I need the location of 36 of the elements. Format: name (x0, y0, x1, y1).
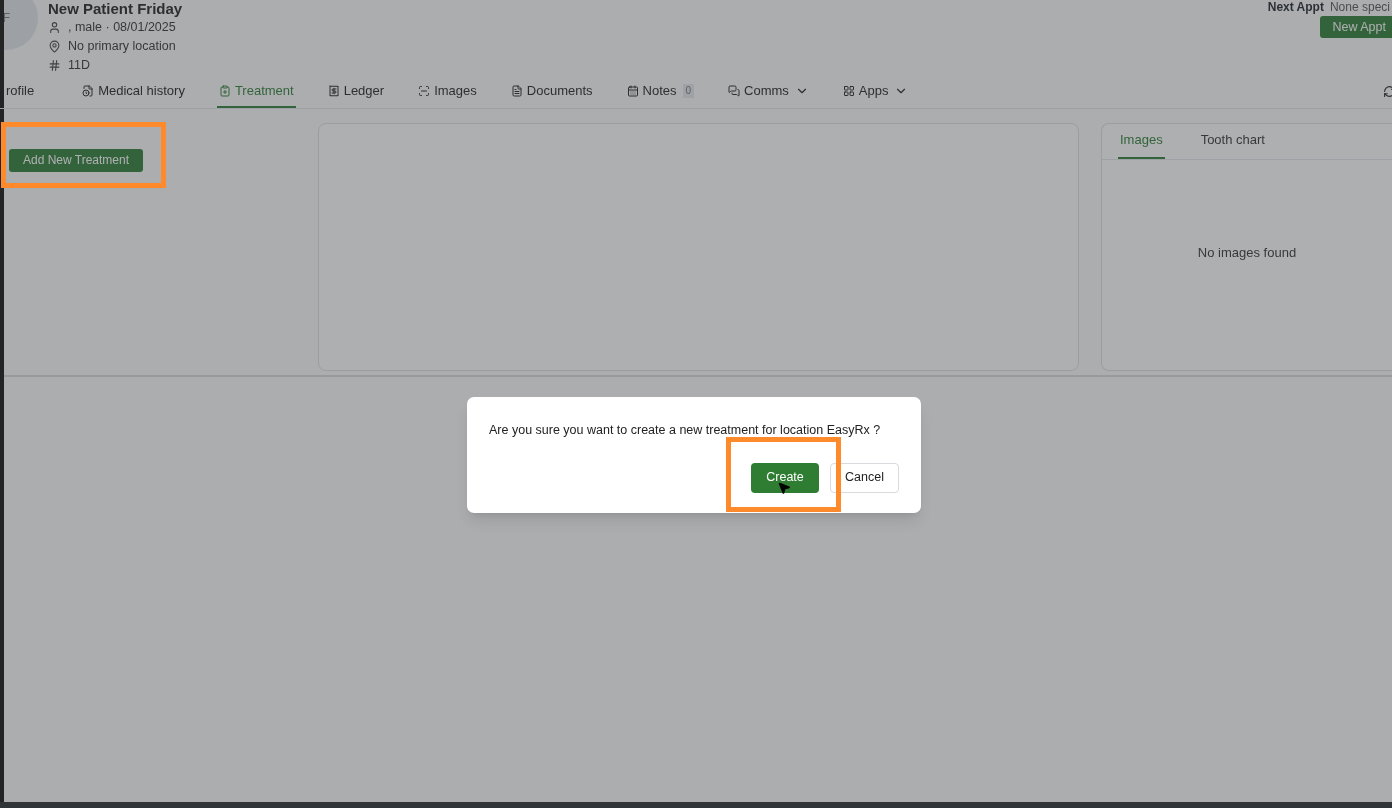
tab[interactable]: Ledger (325, 76, 387, 108)
calendar-icon (626, 85, 639, 97)
scan-icon (418, 85, 431, 97)
grid-icon (842, 85, 855, 97)
patient-name: New Patient Friday (48, 0, 183, 18)
new-appt-button[interactable]: New Appt (1320, 16, 1392, 38)
tab[interactable]: Apps (840, 76, 911, 108)
next-appt-label: Next Appt (1267, 0, 1324, 14)
tab[interactable]: rofile (4, 76, 37, 108)
next-appt-value: None speci (1329, 0, 1390, 14)
create-button[interactable]: Create (751, 462, 819, 493)
clipboard-icon (218, 85, 231, 97)
tab[interactable]: Medical history (80, 76, 187, 108)
empty-message: No images found (1197, 244, 1297, 262)
tab[interactable]: Documents (508, 76, 595, 108)
patient-detail: 11D (68, 57, 90, 75)
cancel-button[interactable]: Cancel (830, 462, 899, 493)
cursor-icon (777, 481, 791, 495)
panel-tab[interactable]: Tooth chart (1198, 123, 1267, 159)
add-treatment-button[interactable]: Add New Treatment (9, 148, 144, 172)
tab[interactable]: Treatment (216, 76, 296, 108)
document-icon (510, 85, 523, 97)
chat-icon (728, 85, 741, 97)
tab[interactable]: Notes 0 (624, 76, 697, 108)
dialog-message: Are you sure you want to create a new treatment for location EasyRx ? (489, 422, 882, 439)
map-pin-icon (48, 40, 61, 53)
count-badge: 0 (682, 84, 695, 98)
patient-detail: , male · 08/01/2025 (68, 19, 176, 37)
document-clock-icon (82, 85, 95, 97)
tab[interactable]: Images (416, 76, 479, 108)
patient-detail: No primary location (68, 38, 176, 56)
tab[interactable]: Comms (726, 76, 811, 108)
hash-icon (48, 59, 61, 72)
receipt-icon (327, 85, 340, 97)
person-icon (48, 21, 61, 34)
panel-tab[interactable]: Images (1118, 123, 1165, 159)
